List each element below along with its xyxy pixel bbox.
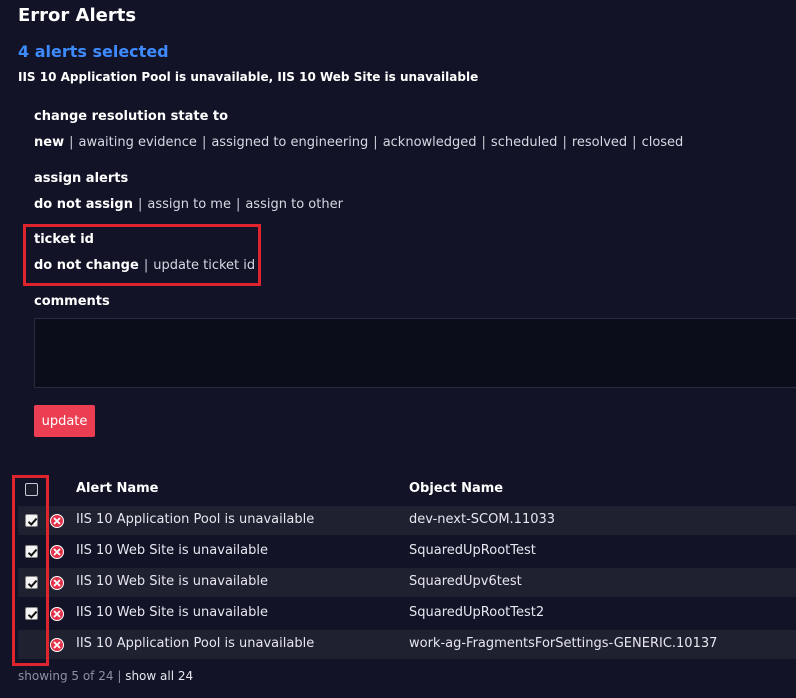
assign-option-assign-to-me[interactable]: assign to me [147,197,231,212]
comments-input[interactable] [34,318,796,388]
update-button[interactable]: update [34,405,95,437]
resolution-option-closed[interactable]: closed [642,135,684,150]
selected-alert-names: IIS 10 Application Pool is unavailable, … [18,70,479,84]
selected-count: 4 alerts selected [18,42,169,61]
resolution-option-assigned-to-engineering[interactable]: assigned to engineering [211,135,368,150]
checkbox-column-highlight-box [12,475,49,666]
assign-label: assign alerts [34,171,129,186]
error-icon [50,576,64,590]
assign-option-assign-to-other[interactable]: assign to other [245,197,343,212]
ticket-options: do not change | update ticket id [34,258,256,273]
resolution-option-scheduled[interactable]: scheduled [491,135,558,150]
table-row[interactable]: IIS 10 Web Site is unavailable SquaredUp… [18,568,796,597]
error-icon [50,545,64,559]
assign-option-do-not-assign[interactable]: do not assign [34,197,133,212]
object-name-cell[interactable]: SquaredUpRootTest [409,543,536,558]
resolution-option-new[interactable]: new [34,135,64,150]
object-name-cell[interactable]: dev-next-SCOM.11033 [409,512,555,527]
assign-options: do not assign | assign to me | assign to oth… [34,197,343,212]
resolution-option-resolved[interactable]: resolved [572,135,627,150]
resolution-option-awaiting-evidence[interactable]: awaiting evidence [78,135,196,150]
table-row[interactable]: IIS 10 Web Site is unavailable SquaredUp… [18,599,796,628]
error-icon [50,607,64,621]
show-all-link[interactable]: show all 24 [125,669,193,683]
page-title: Error Alerts [18,5,137,26]
ticket-label: ticket id [34,232,94,247]
resolution-option-acknowledged[interactable]: acknowledged [383,135,477,150]
resolution-options: new | awaiting evidence | assigned to engine… [34,135,684,150]
error-icon [50,514,64,528]
table-row[interactable]: IIS 10 Application Pool is unavailable d… [18,506,796,535]
alert-name-cell[interactable]: IIS 10 Application Pool is unavailable [76,636,314,651]
pagination-footer: showing 5 of 24 | show all 24 [18,669,193,683]
resolution-label: change resolution state to [34,109,229,124]
object-name-cell[interactable]: SquaredUpv6test [409,574,522,589]
table-row[interactable]: IIS 10 Web Site is unavailable SquaredUp… [18,537,796,566]
ticket-option-do-not-change[interactable]: do not change [34,258,139,273]
header-object-name[interactable]: Object Name [409,481,503,496]
ticket-option-update-ticket-id[interactable]: update ticket id [153,258,255,273]
table-row[interactable]: IIS 10 Application Pool is unavailable w… [18,630,796,659]
comments-label: comments [34,294,110,309]
alert-name-cell[interactable]: IIS 10 Web Site is unavailable [76,574,268,589]
object-name-cell[interactable]: SquaredUpRootTest2 [409,605,544,620]
alert-name-cell[interactable]: IIS 10 Web Site is unavailable [76,543,268,558]
alert-name-cell[interactable]: IIS 10 Web Site is unavailable [76,605,268,620]
alert-name-cell[interactable]: IIS 10 Application Pool is unavailable [76,512,314,527]
showing-count: showing 5 of 24 [18,669,114,683]
header-alert-name[interactable]: Alert Name [76,481,159,496]
error-icon [50,638,64,652]
object-name-cell[interactable]: work-ag-FragmentsForSettings-GENERIC.101… [409,636,717,651]
footer-separator: | [117,669,122,683]
